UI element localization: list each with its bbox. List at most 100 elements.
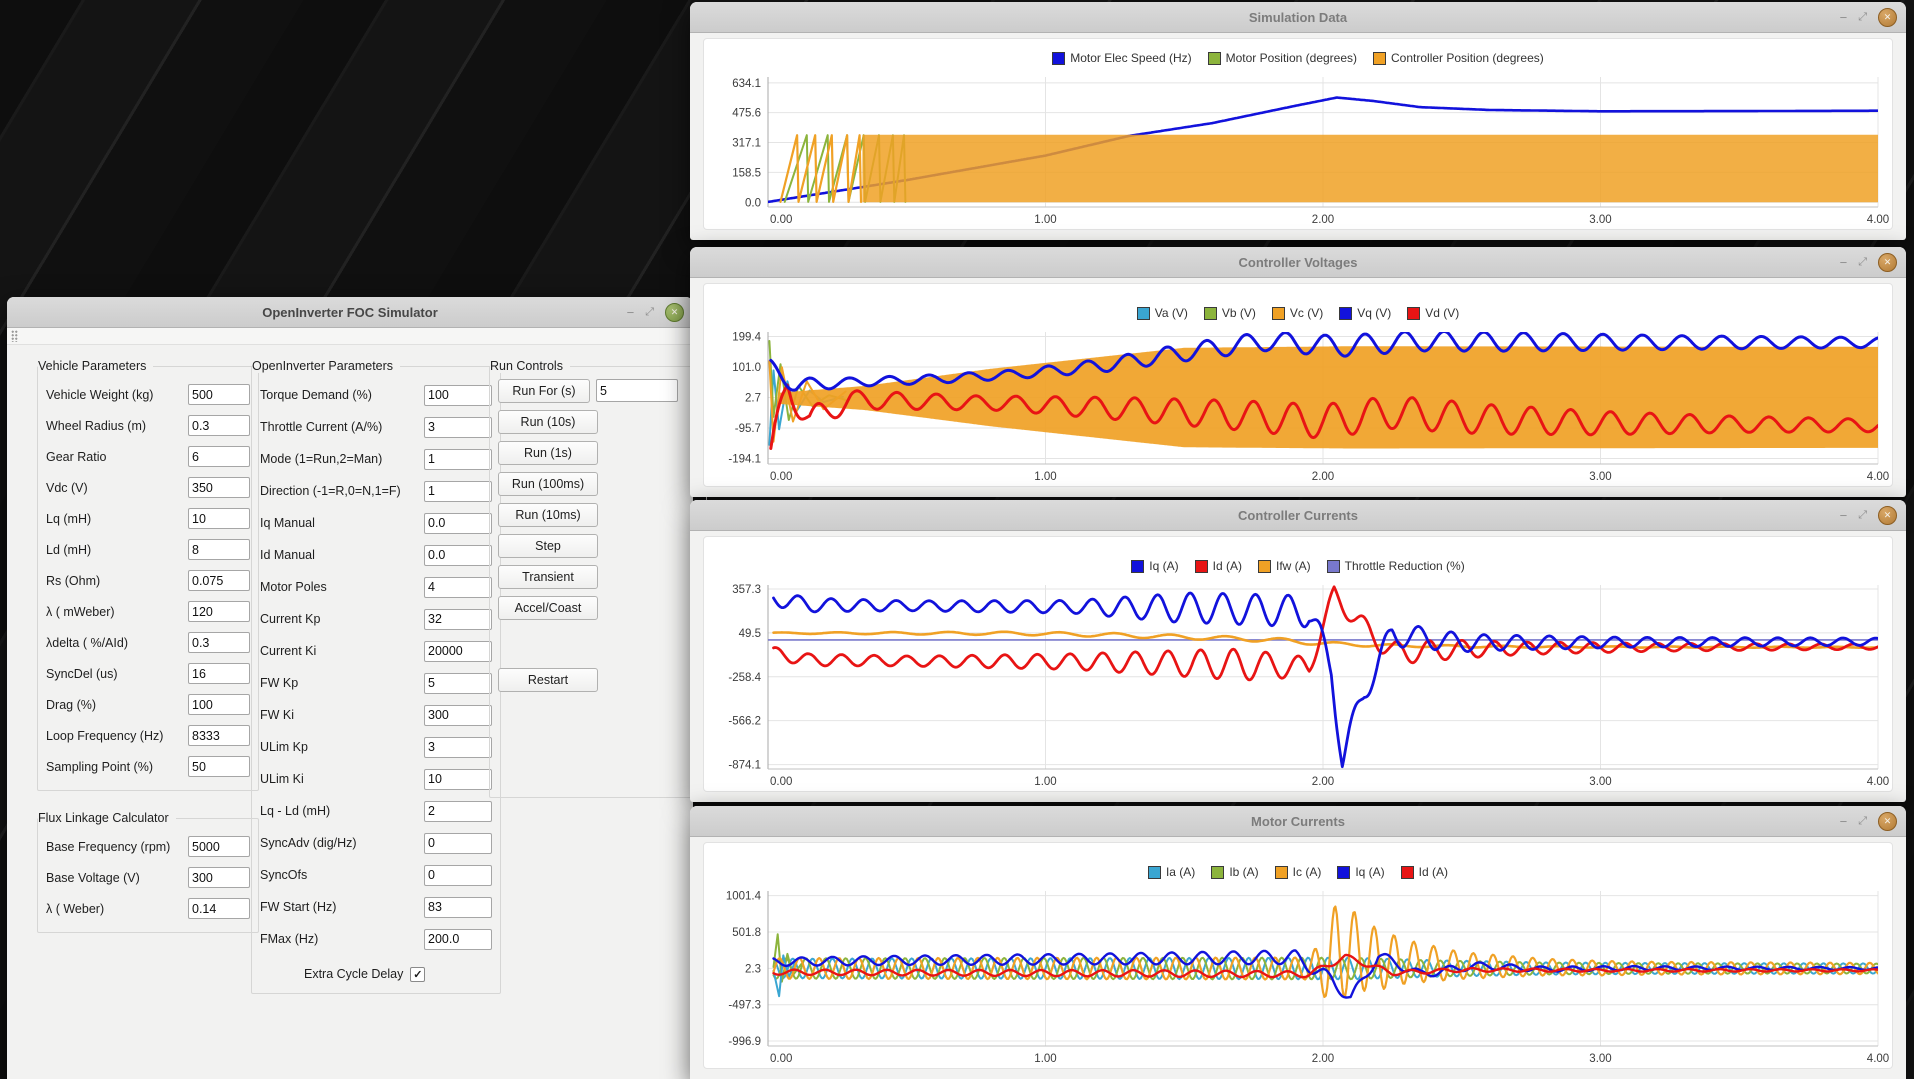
openinverter-field-input-2[interactable] (424, 449, 492, 470)
openinverter-field-input-12[interactable] (424, 769, 492, 790)
field-row: FW Start (Hz) (260, 891, 492, 923)
openinverter-field-input-3[interactable] (424, 481, 492, 502)
window-title: Simulation Data (1249, 10, 1347, 25)
close-button[interactable]: ✕ (1878, 253, 1897, 272)
restore-button[interactable]: ⤢ (1858, 816, 1867, 827)
flux-field-input-1[interactable] (188, 867, 250, 888)
vehicle-field-input-8[interactable] (188, 632, 250, 653)
openinverter-field-input-16[interactable] (424, 897, 492, 918)
legend-label: Vb (V) (1222, 306, 1256, 320)
legend-item-2[interactable]: Ifw (A) (1258, 559, 1311, 573)
openinverter-field-label-4: Iq Manual (260, 516, 424, 530)
legend-item-0[interactable]: Ia (A) (1148, 865, 1195, 879)
vehicle-field-input-0[interactable] (188, 384, 250, 405)
openinverter-field-input-11[interactable] (424, 737, 492, 758)
titlebar[interactable]: Simulation Data −⤢ ✕ (690, 2, 1906, 33)
legend-item-1[interactable]: Vb (V) (1204, 306, 1256, 320)
legend-item-2[interactable]: Vc (V) (1272, 306, 1323, 320)
run-button-6[interactable]: Accel/Coast (498, 596, 598, 620)
titlebar[interactable]: Controller Voltages−⤢✕ (690, 247, 1906, 278)
run-for-input[interactable] (596, 379, 678, 402)
legend-item-3[interactable]: Vq (V) (1339, 306, 1391, 320)
flux-field-input-2[interactable] (188, 898, 250, 919)
openinverter-field-input-10[interactable] (424, 705, 492, 726)
legend-item-2[interactable]: Ic (A) (1275, 865, 1322, 879)
openinverter-field-input-17[interactable] (424, 929, 492, 950)
legend-swatch-icon (1373, 52, 1386, 65)
run-button-2[interactable]: Run (100ms) (498, 472, 598, 496)
field-row: Current Kp (260, 603, 492, 635)
svg-text:158.5: 158.5 (732, 167, 761, 179)
minimize-button[interactable]: − (1840, 256, 1848, 269)
legend-item-0[interactable]: Va (V) (1137, 306, 1188, 320)
legend-item-3[interactable]: Throttle Reduction (%) (1327, 559, 1465, 573)
legend-item-1[interactable]: Motor Position (degrees) (1208, 51, 1357, 65)
run-button-0[interactable]: Run (10s) (498, 410, 598, 434)
openinverter-field-input-8[interactable] (424, 641, 492, 662)
drag-grip-icon[interactable] (11, 330, 18, 342)
vehicle-field-input-5[interactable] (188, 539, 250, 560)
openinverter-field-input-13[interactable] (424, 801, 492, 822)
restore-button[interactable]: ⤢ (645, 307, 654, 318)
field-row: Id Manual (260, 539, 492, 571)
close-button[interactable]: ✕ (1878, 506, 1897, 525)
vehicle-field-input-9[interactable] (188, 663, 250, 684)
openinverter-field-input-6[interactable] (424, 577, 492, 598)
chart-card: Iq (A) Id (A) Ifw (A) Throttle Reduction (%… (703, 536, 1893, 792)
minimize-button[interactable]: − (1840, 509, 1848, 522)
restart-button[interactable]: Restart (498, 668, 598, 692)
vehicle-field-input-7[interactable] (188, 601, 250, 622)
openinverter-field-input-0[interactable] (424, 385, 492, 406)
vehicle-field-input-4[interactable] (188, 508, 250, 529)
vehicle-field-input-11[interactable] (188, 725, 250, 746)
minimize-button[interactable]: − (627, 306, 635, 319)
minimize-button[interactable]: − (1840, 815, 1848, 828)
legend-item-0[interactable]: Iq (A) (1131, 559, 1178, 573)
openinverter-field-input-15[interactable] (424, 865, 492, 886)
run-for-button[interactable]: Run For (s) (498, 379, 590, 403)
openinverter-field-input-5[interactable] (424, 545, 492, 566)
run-button-5[interactable]: Transient (498, 565, 598, 589)
svg-text:2.00: 2.00 (1312, 776, 1334, 788)
titlebar[interactable]: OpenInverter FOC Simulator − ⤢ ✕ (7, 297, 693, 328)
legend-item-3[interactable]: Iq (A) (1337, 865, 1384, 879)
restore-button[interactable]: ⤢ (1858, 257, 1867, 268)
legend-item-1[interactable]: Ib (A) (1211, 865, 1258, 879)
openinverter-field-input-7[interactable] (424, 609, 492, 630)
legend-item-4[interactable]: Vd (V) (1407, 306, 1459, 320)
run-button-4[interactable]: Step (498, 534, 598, 558)
vehicle-field-input-3[interactable] (188, 477, 250, 498)
extra-cycle-delay-checkbox[interactable]: ✓ (410, 967, 425, 982)
flux-field-input-0[interactable] (188, 836, 250, 857)
vehicle-field-input-12[interactable] (188, 756, 250, 777)
titlebar[interactable]: Motor Currents−⤢✕ (690, 806, 1906, 837)
openinverter-field-input-9[interactable] (424, 673, 492, 694)
vehicle-field-input-10[interactable] (188, 694, 250, 715)
legend-item-1[interactable]: Id (A) (1195, 559, 1242, 573)
vehicle-field-label-10: Drag (%) (46, 698, 188, 712)
vehicle-field-input-6[interactable] (188, 570, 250, 591)
minimize-button[interactable]: − (1840, 11, 1848, 24)
close-button[interactable]: ✕ (1878, 8, 1897, 27)
titlebar[interactable]: Controller Currents−⤢✕ (690, 500, 1906, 531)
restore-button[interactable]: ⤢ (1858, 12, 1867, 23)
svg-text:2.3: 2.3 (745, 963, 761, 975)
close-button[interactable]: ✕ (1878, 812, 1897, 831)
vehicle-field-input-1[interactable] (188, 415, 250, 436)
field-row: Base Voltage (V) (46, 862, 250, 893)
openinverter-field-input-4[interactable] (424, 513, 492, 534)
restore-button[interactable]: ⤢ (1858, 510, 1867, 521)
run-button-1[interactable]: Run (1s) (498, 441, 598, 465)
vehicle-field-input-2[interactable] (188, 446, 250, 467)
svg-text:-194.1: -194.1 (728, 453, 761, 465)
vehicle-field-label-6: Rs (Ohm) (46, 574, 188, 588)
legend-item-0[interactable]: Motor Elec Speed (Hz) (1052, 51, 1191, 65)
openinverter-field-input-1[interactable] (424, 417, 492, 438)
legend-item-2[interactable]: Controller Position (degrees) (1373, 51, 1544, 65)
field-row: ULim Ki (260, 763, 492, 795)
legend-item-4[interactable]: Id (A) (1401, 865, 1448, 879)
close-button[interactable]: ✕ (665, 303, 684, 322)
openinverter-field-input-14[interactable] (424, 833, 492, 854)
run-button-3[interactable]: Run (10ms) (498, 503, 598, 527)
openinverter-fields: Torque Demand (%)Throttle Current (A/%)M… (260, 379, 492, 955)
